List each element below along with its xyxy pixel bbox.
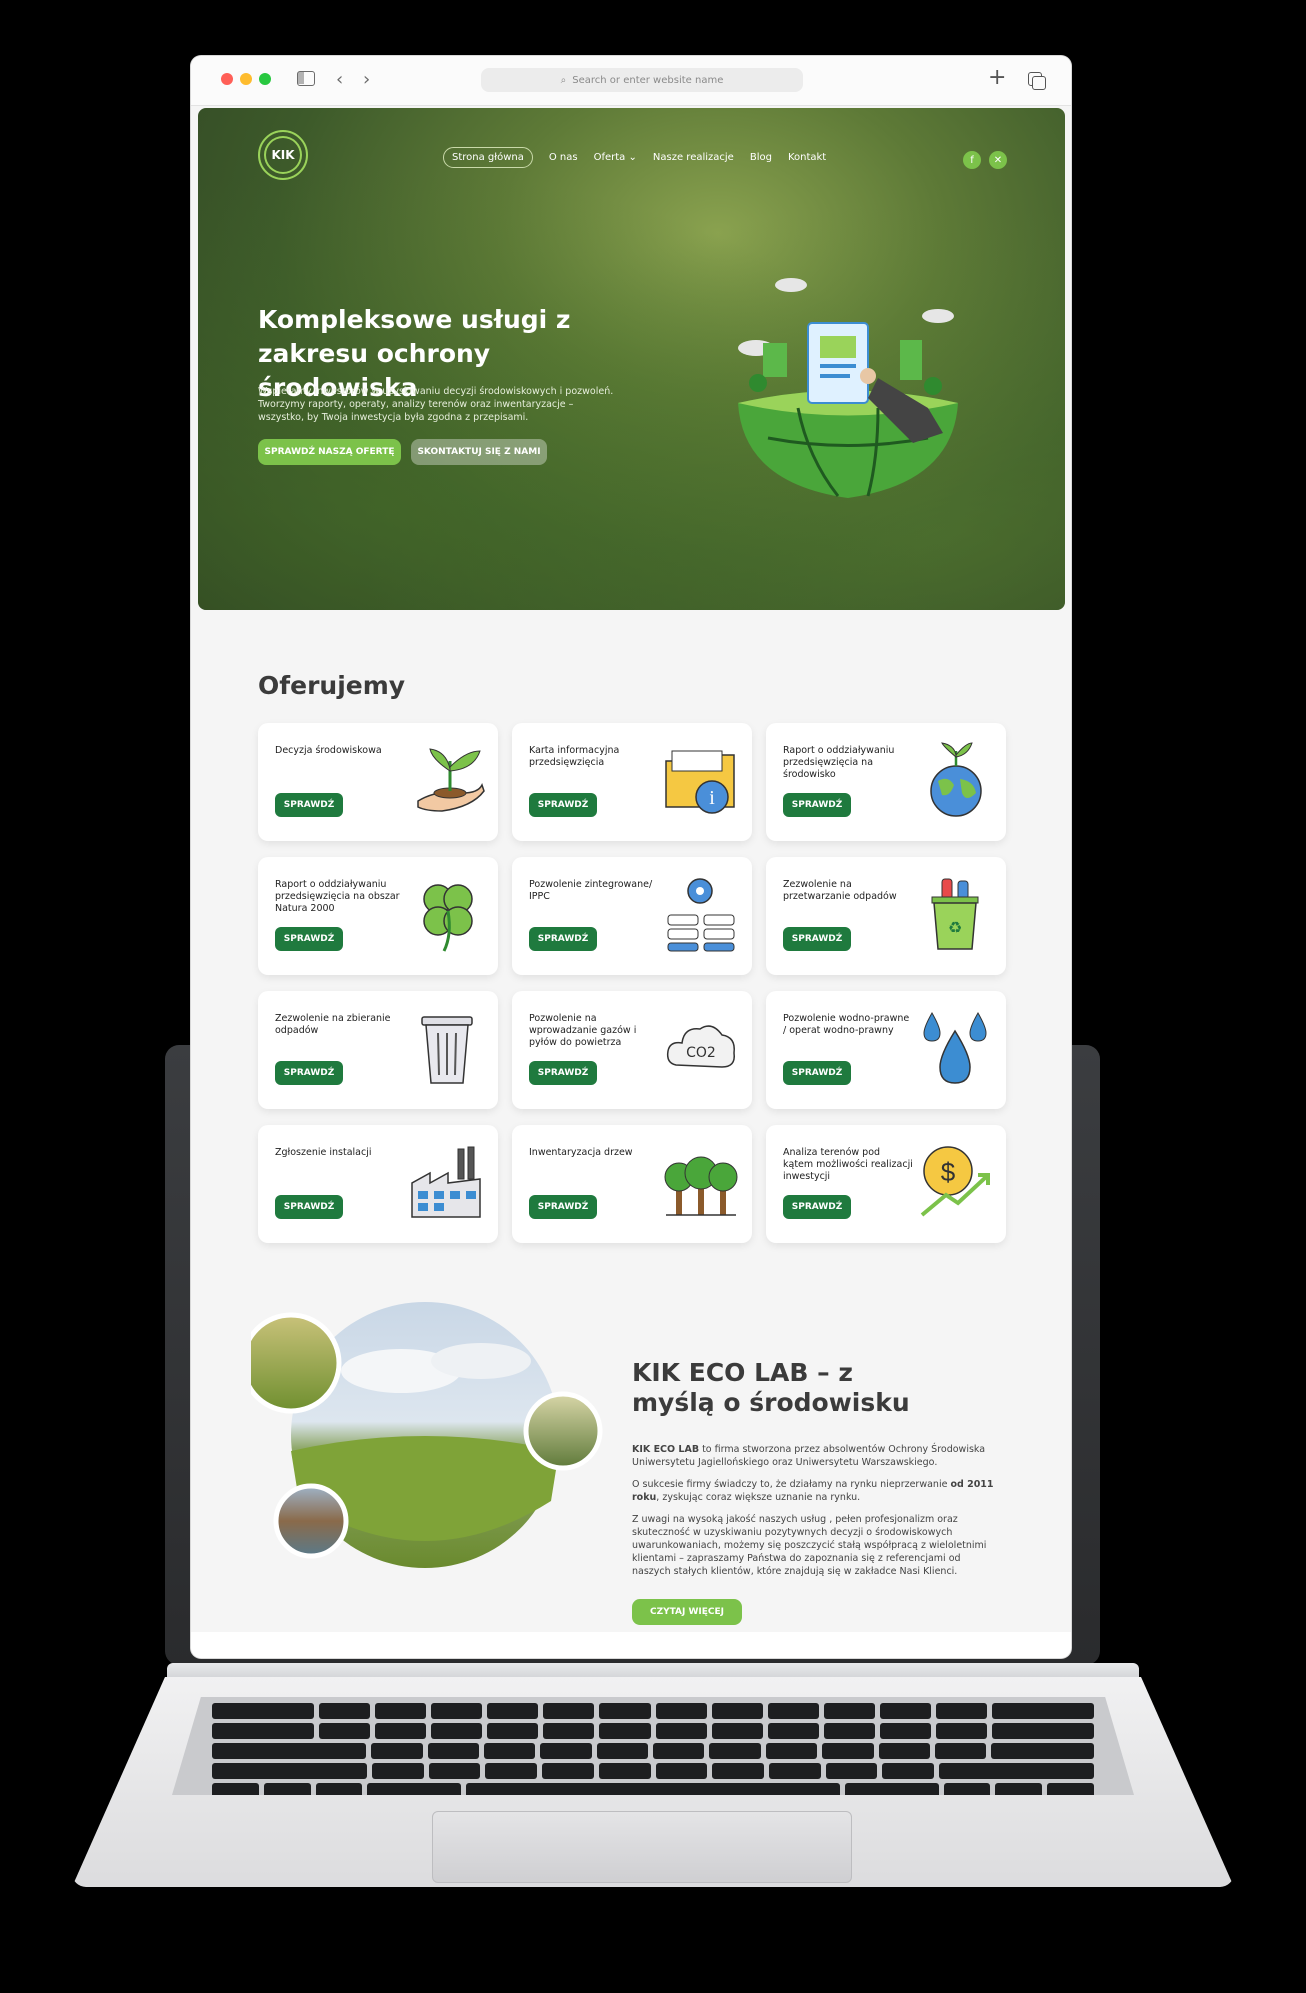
offer-check-button[interactable]: SPRAWDŹ xyxy=(529,927,597,951)
offers-title: Oferujemy xyxy=(258,671,406,700)
main-nav: Strona główna O nas Oferta ⌄ Nasze reali… xyxy=(443,147,826,168)
trackpad xyxy=(432,1811,852,1883)
offer-title: Zezwolenie na przetwarzanie odpadów xyxy=(783,879,897,902)
back-icon[interactable]: ‹ xyxy=(336,69,343,90)
co2-cloud-icon: CO2 xyxy=(666,1025,735,1068)
new-tab-icon[interactable]: + xyxy=(988,65,1006,90)
address-placeholder: Search or enter website name xyxy=(572,74,724,86)
svg-text:$: $ xyxy=(941,1157,956,1187)
browser-toolbar: ‹ › ⌕ Search or enter website name + xyxy=(191,56,1071,106)
offer-title: Decyzja środowiskowa xyxy=(275,745,382,756)
about-paragraph-2: O sukcesie firmy świadczy to, że działam… xyxy=(632,1478,1002,1504)
offer-card: Zgłoszenie instalacji SPRAWDŹ xyxy=(258,1125,498,1243)
close-window-button[interactable] xyxy=(221,73,233,85)
offer-check-button[interactable]: SPRAWDŹ xyxy=(275,927,343,951)
offer-check-button[interactable]: SPRAWDŹ xyxy=(275,793,343,817)
laptop-base xyxy=(72,1663,1234,1893)
offer-title: Inwentaryzacja drzew xyxy=(529,1147,633,1158)
offer-check-button[interactable]: SPRAWDŹ xyxy=(529,1195,597,1219)
maximize-window-button[interactable] xyxy=(259,73,271,85)
factory-icon xyxy=(411,1146,481,1218)
search-icon: ⌕ xyxy=(560,74,567,86)
address-bar[interactable]: ⌕ Search or enter website name xyxy=(481,68,803,92)
trees-icon xyxy=(664,1156,738,1216)
nav-blog[interactable]: Blog xyxy=(750,152,772,163)
offer-check-button[interactable]: SPRAWDŹ xyxy=(783,927,851,951)
chevron-down-icon: ⌄ xyxy=(628,152,637,163)
offer-card: Pozwolenie zintegrowane/ IPPC SPRAWDŹ xyxy=(512,857,752,975)
mockup-stage: ‹ › ⌕ Search or enter website name + KIK… xyxy=(0,0,1306,1993)
offer-card: Raport o oddziaływaniu przedsięwzięcia n… xyxy=(258,857,498,975)
offer-title: Zgłoszenie instalacji xyxy=(275,1147,372,1158)
offer-check-button[interactable]: SPRAWDŹ xyxy=(529,793,597,817)
offer-cta-button[interactable]: SPRAWDŹ NASZĄ OFERTĘ xyxy=(258,439,401,465)
offer-card: Pozwolenie na wprowadzanie gazów i pyłów… xyxy=(512,991,752,1109)
offer-title: Pozwolenie na wprowadzanie gazów i pyłów… xyxy=(529,1013,637,1048)
offer-title: Karta informacyjna przedsięwzięcia xyxy=(529,745,620,768)
offer-card: Pozwolenie wodno-prawne / operat wodno-p… xyxy=(766,991,1006,1109)
svg-text:♻: ♻ xyxy=(948,918,962,937)
sidebar-toggle-icon[interactable] xyxy=(297,71,315,86)
plant-hand-icon xyxy=(417,748,485,812)
site-logo[interactable]: KIK xyxy=(258,130,308,180)
offer-card: Zezwolenie na zbieranie odpadów SPRAWDŹ xyxy=(258,991,498,1109)
dollar-growth-icon: $ xyxy=(920,1146,990,1217)
offer-check-button[interactable]: SPRAWDŹ xyxy=(275,1195,343,1219)
offer-card: Zezwolenie na przetwarzanie odpadów SPRA… xyxy=(766,857,1006,975)
logo-text: KIK xyxy=(271,148,295,162)
svg-text:i: i xyxy=(709,787,715,809)
recycle-bin-icon: ♻ xyxy=(931,878,979,950)
forward-icon[interactable]: › xyxy=(363,69,370,90)
features-strip xyxy=(191,1632,1071,1658)
offer-card: Analiza terenów pod kątem możliwości rea… xyxy=(766,1125,1006,1243)
read-more-button[interactable]: CZYTAJ WIĘCEJ xyxy=(632,1599,742,1625)
about-p2-b: , zyskując coraz większe uznanie na rynk… xyxy=(656,1492,861,1503)
x-icon[interactable]: ✕ xyxy=(989,151,1007,169)
offer-title: Pozwolenie wodno-prawne / operat wodno-p… xyxy=(783,1013,910,1036)
water-drops-icon xyxy=(923,1011,987,1084)
about-title: KIK ECO LAB – z myślą o środowisku xyxy=(632,1358,910,1417)
offer-card: Raport o oddziaływaniu przedsięwzięcia n… xyxy=(766,723,1006,841)
offer-card: Inwentaryzacja drzew SPRAWDŹ xyxy=(512,1125,752,1243)
hero-description: Wspieramy inwestorów w uzyskiwaniu decyz… xyxy=(258,386,614,423)
eco-globe-illustration xyxy=(738,278,958,498)
about-p2-a: O sukcesie firmy świadczy to, że działam… xyxy=(632,1479,951,1490)
nav-home[interactable]: Strona główna xyxy=(443,147,533,168)
about-paragraph-3: Z uwagi na wysoką jakość naszych usług ,… xyxy=(632,1514,987,1577)
offer-card: Karta informacyjna przedsięwzięcia SPRAW… xyxy=(512,723,752,841)
offer-title: Pozwolenie zintegrowane/ IPPC xyxy=(529,879,653,902)
about-paragraph-1: KIK ECO LAB to firma stworzona przez abs… xyxy=(632,1443,1002,1469)
minimize-window-button[interactable] xyxy=(240,73,252,85)
nav-contact[interactable]: Kontakt xyxy=(788,152,826,163)
nav-projects[interactable]: Nasze realizacje xyxy=(653,152,734,163)
svg-text:CO2: CO2 xyxy=(686,1045,716,1061)
keyboard xyxy=(172,1697,1134,1795)
offer-check-button[interactable]: SPRAWDŹ xyxy=(783,1061,851,1085)
nav-about[interactable]: O nas xyxy=(549,152,578,163)
web-page: KIK Strona główna O nas Oferta ⌄ Nasze r… xyxy=(191,106,1071,1658)
offer-card: Decyzja środowiskowa SPRAWDŹ xyxy=(258,723,498,841)
offer-check-button[interactable]: SPRAWDŹ xyxy=(275,1061,343,1085)
hero-section: KIK Strona główna O nas Oferta ⌄ Nasze r… xyxy=(198,108,1065,610)
facebook-icon[interactable]: f xyxy=(963,151,981,169)
trash-can-icon xyxy=(421,1016,473,1084)
contact-cta-button[interactable]: SKONTAKTUJ SIĘ Z NAMI xyxy=(411,439,547,465)
offer-check-button[interactable]: SPRAWDŹ xyxy=(783,793,851,817)
offer-title: Zezwolenie na zbieranie odpadów xyxy=(275,1013,391,1036)
offer-check-button[interactable]: SPRAWDŹ xyxy=(783,1195,851,1219)
offer-title: Analiza terenów pod kątem możliwości rea… xyxy=(783,1147,913,1182)
globe-sprout-icon xyxy=(930,742,982,817)
browser-window: ‹ › ⌕ Search or enter website name + KIK… xyxy=(191,56,1071,1658)
offer-title: Raport o oddziaływaniu przedsięwzięcia n… xyxy=(275,879,400,914)
nav-offer[interactable]: Oferta ⌄ xyxy=(594,152,637,163)
nav-offer-label: Oferta xyxy=(593,152,626,163)
about-brand: KIK ECO LAB xyxy=(632,1444,700,1455)
server-gear-icon xyxy=(667,878,735,952)
offer-check-button[interactable]: SPRAWDŹ xyxy=(529,1061,597,1085)
clover-icon xyxy=(423,884,473,952)
about-photo-collage xyxy=(251,1302,603,1568)
info-folder-icon: i xyxy=(665,750,735,814)
offer-title: Raport o oddziaływaniu przedsięwzięcia n… xyxy=(783,745,895,780)
tab-overview-icon[interactable] xyxy=(1028,72,1046,90)
